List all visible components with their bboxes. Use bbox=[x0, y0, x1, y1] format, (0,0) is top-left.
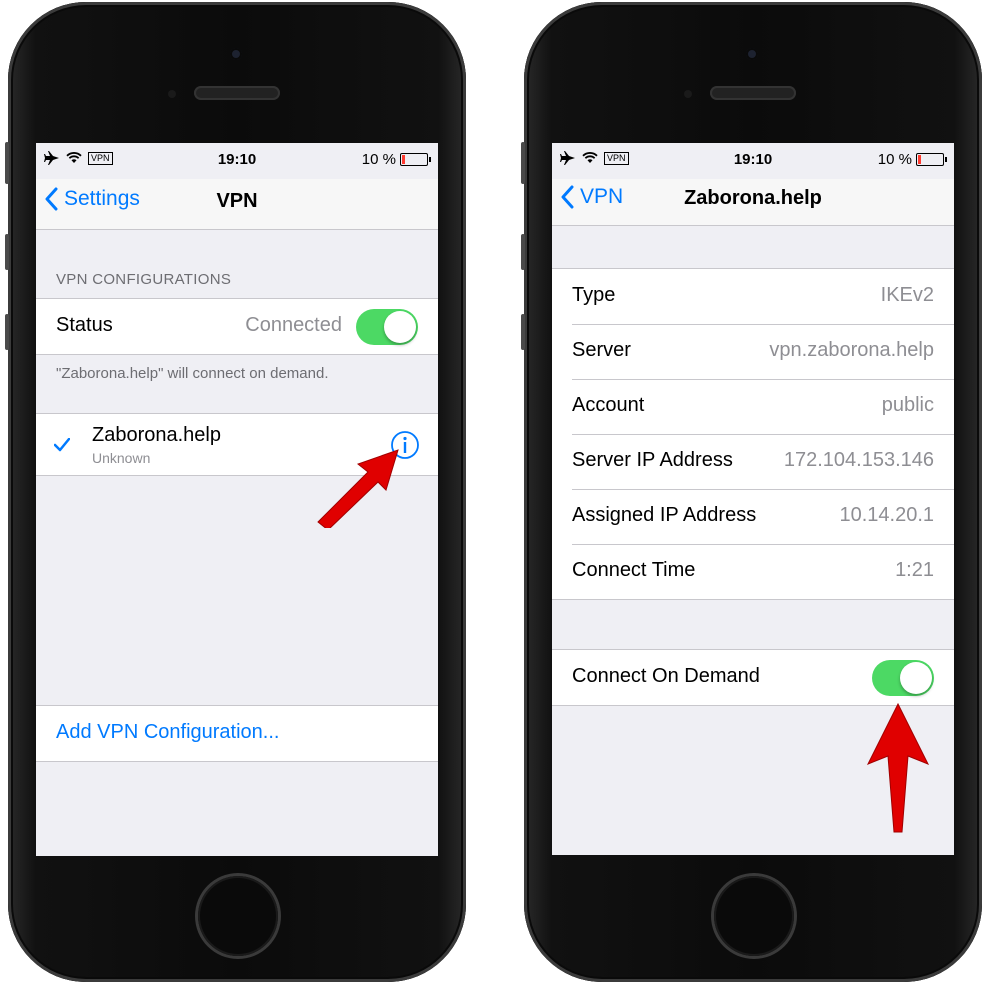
detail-value: 10.14.20.1 bbox=[839, 504, 934, 526]
detail-label: Type bbox=[572, 284, 616, 306]
add-vpn-configuration-link[interactable]: Add VPN Configuration... bbox=[56, 721, 279, 744]
add-config-group: Add VPN Configuration... bbox=[36, 705, 438, 762]
mute-switch bbox=[5, 142, 9, 184]
status-bar: VPN 19:10 10 % bbox=[36, 143, 438, 179]
status-bar: VPN 19:10 10 % bbox=[552, 143, 954, 179]
home-button[interactable] bbox=[198, 876, 278, 956]
earpiece-speaker bbox=[710, 86, 796, 100]
on-demand-note: "Zaborona.help" will connect on demand. bbox=[56, 365, 329, 382]
connect-on-demand-group: Connect On Demand bbox=[552, 649, 954, 706]
iphone-left: VPN 19:10 10 % Settings VPN VPN CONFIGUR… bbox=[5, 2, 466, 982]
red-arrow-annotation bbox=[866, 702, 930, 833]
detail-row-assigned-ip: Assigned IP Address 10.14.20.1 bbox=[552, 489, 954, 544]
status-label: Status bbox=[56, 314, 113, 336]
page-title: VPN bbox=[216, 190, 258, 212]
connect-on-demand-toggle[interactable] bbox=[872, 660, 934, 696]
battery-percent: 10 % bbox=[361, 151, 396, 168]
mute-switch bbox=[521, 142, 525, 184]
vpn-details-group: Type IKEv2 Server vpn.zaborona.help Acco… bbox=[552, 268, 954, 600]
section-header: VPN CONFIGURATIONS bbox=[56, 271, 232, 288]
detail-label: Server bbox=[572, 339, 631, 361]
connect-on-demand-row: Connect On Demand bbox=[552, 650, 954, 705]
page-title: Zaborona.help bbox=[684, 187, 822, 209]
detail-row-account: Account public bbox=[552, 379, 954, 434]
detail-label: Assigned IP Address bbox=[572, 504, 757, 526]
volume-up-button bbox=[521, 234, 525, 270]
add-config-row[interactable]: Add VPN Configuration... bbox=[36, 706, 438, 761]
config-subtitle: Unknown bbox=[92, 450, 151, 466]
detail-value: 172.104.153.146 bbox=[783, 449, 934, 471]
home-button[interactable] bbox=[714, 876, 794, 956]
detail-value: vpn.zaborona.help bbox=[769, 339, 934, 361]
status-value: Connected bbox=[245, 314, 342, 336]
status-row: Status Connected bbox=[36, 299, 438, 354]
navigation-bar: VPN Zaborona.help bbox=[552, 179, 954, 226]
status-group: Status Connected bbox=[36, 298, 438, 355]
detail-row-type: Type IKEv2 bbox=[552, 269, 954, 324]
front-camera bbox=[746, 48, 758, 60]
detail-row-server-ip: Server IP Address 172.104.153.146 bbox=[552, 434, 954, 489]
volume-up-button bbox=[5, 234, 9, 270]
detail-value: 1:21 bbox=[895, 559, 934, 581]
front-camera bbox=[230, 48, 242, 60]
earpiece-speaker bbox=[194, 86, 280, 100]
battery-percent: 10 % bbox=[877, 151, 912, 168]
proximity-sensor bbox=[684, 90, 692, 98]
volume-down-button bbox=[5, 314, 9, 350]
red-arrow-annotation bbox=[317, 449, 399, 528]
detail-label: Account bbox=[572, 394, 645, 416]
navigation-bar: Settings VPN bbox=[36, 179, 438, 230]
config-name: Zaborona.help bbox=[92, 424, 221, 446]
proximity-sensor bbox=[168, 90, 176, 98]
detail-label: Connect Time bbox=[572, 559, 696, 581]
iphone-right: VPN 19:10 10 % VPN Zaborona.help Type IK… bbox=[521, 2, 982, 982]
volume-down-button bbox=[521, 314, 525, 350]
detail-label: Server IP Address bbox=[572, 449, 733, 471]
checkmark-icon bbox=[54, 438, 70, 452]
vpn-status-toggle[interactable] bbox=[356, 309, 418, 345]
detail-row-connect-time: Connect Time 1:21 bbox=[552, 544, 954, 599]
battery-icon bbox=[916, 153, 947, 166]
detail-value: public bbox=[881, 394, 934, 416]
battery-icon bbox=[400, 153, 431, 166]
detail-row-server: Server vpn.zaborona.help bbox=[552, 324, 954, 379]
detail-value: IKEv2 bbox=[880, 284, 934, 306]
connect-on-demand-label: Connect On Demand bbox=[572, 665, 760, 687]
